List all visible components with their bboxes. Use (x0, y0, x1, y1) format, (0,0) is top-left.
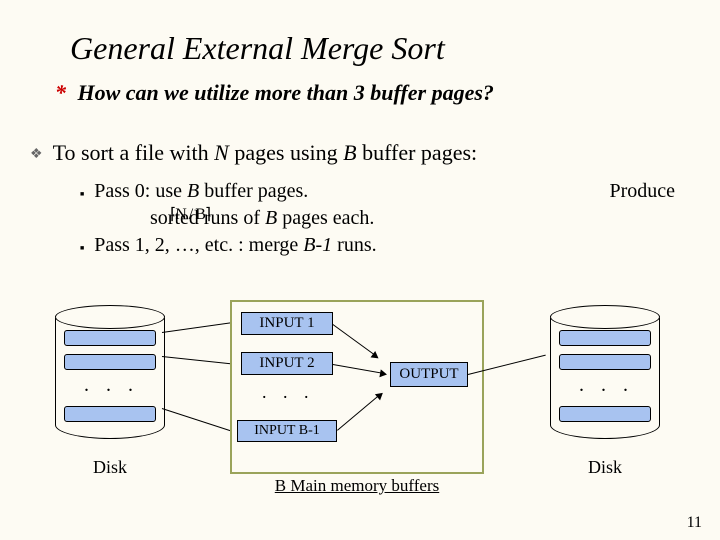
input-b-slot: INPUT B-1 (237, 420, 337, 442)
asterisk-icon: * (55, 80, 66, 105)
sub-bullet-pass-rest: ■ Pass 1, 2, …, etc. : merge B-1 runs. (80, 234, 680, 257)
merge-diagram: . . . Disk INPUT 1 INPUT 2 . . . INPUT B… (40, 300, 680, 510)
left-disk-cylinder: . . . Disk (55, 305, 165, 478)
right-disk-label: Disk (550, 457, 660, 478)
main-bullet-text: To sort a file with N pages using B buff… (53, 140, 478, 166)
input-1-slot: INPUT 1 (241, 312, 333, 335)
page-number: 11 (687, 514, 702, 532)
sub-bullet-pass0: ■ Pass 0: use B buffer pages. Produce (80, 180, 680, 203)
sub-bullet-list: ■ Pass 0: use B buffer pages. Produce ⌈N… (80, 180, 680, 261)
square-bullet-icon: ■ (80, 244, 84, 252)
slide-title: General External Merge Sort (70, 30, 445, 67)
ceil-expression: ⌈N / B⌉ (170, 204, 210, 224)
memory-box: INPUT 1 INPUT 2 . . . INPUT B-1 OUTPUT B… (230, 300, 484, 474)
left-disk-label: Disk (55, 457, 165, 478)
memory-caption: B Main memory buffers (232, 476, 482, 496)
output-slot: OUTPUT (390, 362, 468, 387)
question-line: * How can we utilize more than 3 buffer … (55, 80, 494, 106)
input-2-slot: INPUT 2 (241, 352, 333, 375)
produce-label: Produce (609, 180, 675, 203)
ellipsis-dots: . . . (262, 382, 315, 403)
ellipsis-dots: . . . (579, 374, 634, 397)
square-bullet-icon: ■ (80, 190, 84, 198)
right-disk-cylinder: . . . Disk (550, 305, 660, 478)
ellipsis-dots: . . . (84, 374, 139, 397)
question-text: How can we utilize more than 3 buffer pa… (78, 80, 494, 105)
sub-bullet-pass0-line2: ⌈N / B⌉ sorted runs of B pages each. (150, 207, 680, 230)
main-bullet: ❖ To sort a file with N pages using B bu… (30, 140, 477, 166)
diamond-bullet-icon: ❖ (30, 146, 43, 163)
